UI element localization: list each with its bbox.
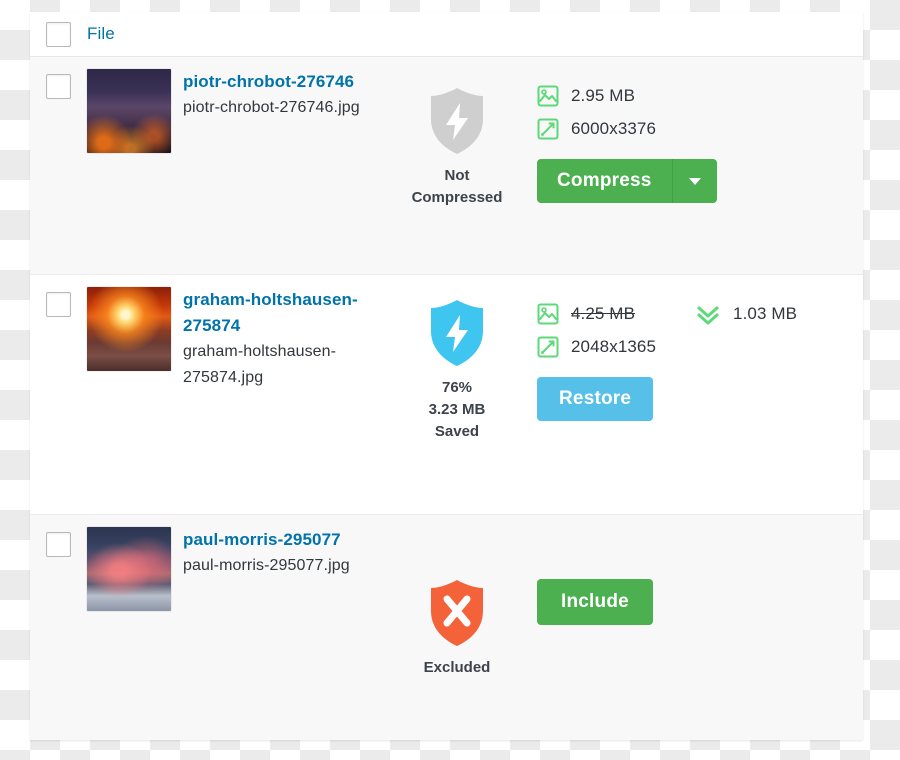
file-stats-cell: Include xyxy=(537,515,863,625)
select-all-checkbox[interactable] xyxy=(46,21,71,47)
file-size-row: 2.95 MB xyxy=(537,79,863,112)
file-info-cell: paul-morris-295077 paul-morris-295077.jp… xyxy=(87,515,377,611)
original-file-size-value: 4.25 MB xyxy=(571,303,636,323)
file-dimensions-value: 2048x1365 xyxy=(571,336,657,356)
compression-status-cell: 76% 3.23 MB Saved xyxy=(377,275,537,443)
file-thumbnail[interactable] xyxy=(87,287,171,371)
include-button-label: Include xyxy=(561,591,629,612)
file-stats-cell: 2.95 MB 6000x3376 Compress xyxy=(537,57,863,203)
resize-icon xyxy=(537,336,559,358)
resize-icon xyxy=(537,118,559,140)
compress-button[interactable]: Compress xyxy=(537,159,717,203)
double-chevron-down-icon xyxy=(695,303,721,325)
table-row: piotr-chrobot-276746 piotr-chrobot-27674… xyxy=(30,57,863,275)
status-line: Compressed xyxy=(411,189,503,206)
caret-down-icon[interactable] xyxy=(673,159,717,203)
compression-status-cell: Excluded xyxy=(377,515,537,679)
file-size-row: 4.25 MB 1.03 MB xyxy=(537,297,863,330)
compressed-file-size-value: 1.03 MB xyxy=(733,303,798,323)
row-select-checkbox[interactable] xyxy=(46,292,71,317)
status-line: Excluded xyxy=(423,659,491,676)
file-dimensions-row: 6000x3376 xyxy=(537,112,863,145)
file-dimensions-value: 6000x3376 xyxy=(571,118,657,138)
status-line: Not xyxy=(444,167,470,184)
row-select-checkbox[interactable] xyxy=(46,74,71,99)
image-icon xyxy=(537,303,559,325)
image-icon xyxy=(537,85,559,107)
file-size-value: 2.95 MB xyxy=(571,85,636,105)
file-stats-cell: 4.25 MB 1.03 MB 2048x1365 Restore xyxy=(537,275,863,421)
file-dimensions-row: 2048x1365 xyxy=(537,330,863,363)
row-checkbox-cell xyxy=(30,515,87,557)
file-info-cell: graham-holtshausen-275874 graham-holtsha… xyxy=(87,275,377,391)
file-info-cell: piotr-chrobot-276746 piotr-chrobot-27674… xyxy=(87,57,377,153)
restore-button[interactable]: Restore xyxy=(537,377,654,421)
row-checkbox-cell xyxy=(30,57,87,99)
file-thumbnail[interactable] xyxy=(87,527,171,611)
compression-status-cell: Not Compressed xyxy=(377,57,537,209)
shield-bolt-blue-icon xyxy=(426,297,488,369)
table-row: paul-morris-295077 paul-morris-295077.jp… xyxy=(30,515,863,740)
status-line: 76% xyxy=(441,379,473,396)
table-row: graham-holtshausen-275874 graham-holtsha… xyxy=(30,275,863,515)
restore-button-label: Restore xyxy=(559,388,632,409)
saved-size-group: 1.03 MB xyxy=(695,303,797,325)
column-header-file[interactable]: File xyxy=(87,24,115,44)
shield-bolt-gray-icon xyxy=(426,85,488,157)
row-checkbox-cell xyxy=(30,275,87,317)
include-button[interactable]: Include xyxy=(537,579,653,625)
shield-x-red-icon xyxy=(426,577,488,649)
media-compression-table-panel: File piotr-chrobot-276746 piotr-chrobot-… xyxy=(30,12,863,740)
status-line: Saved xyxy=(434,423,480,440)
select-all-checkbox-cell xyxy=(30,21,87,47)
table-header-row: File xyxy=(30,12,863,57)
status-line: 3.23 MB xyxy=(428,401,486,418)
compress-button-label: Compress xyxy=(537,159,673,203)
file-thumbnail[interactable] xyxy=(87,69,171,153)
row-select-checkbox[interactable] xyxy=(46,532,71,557)
